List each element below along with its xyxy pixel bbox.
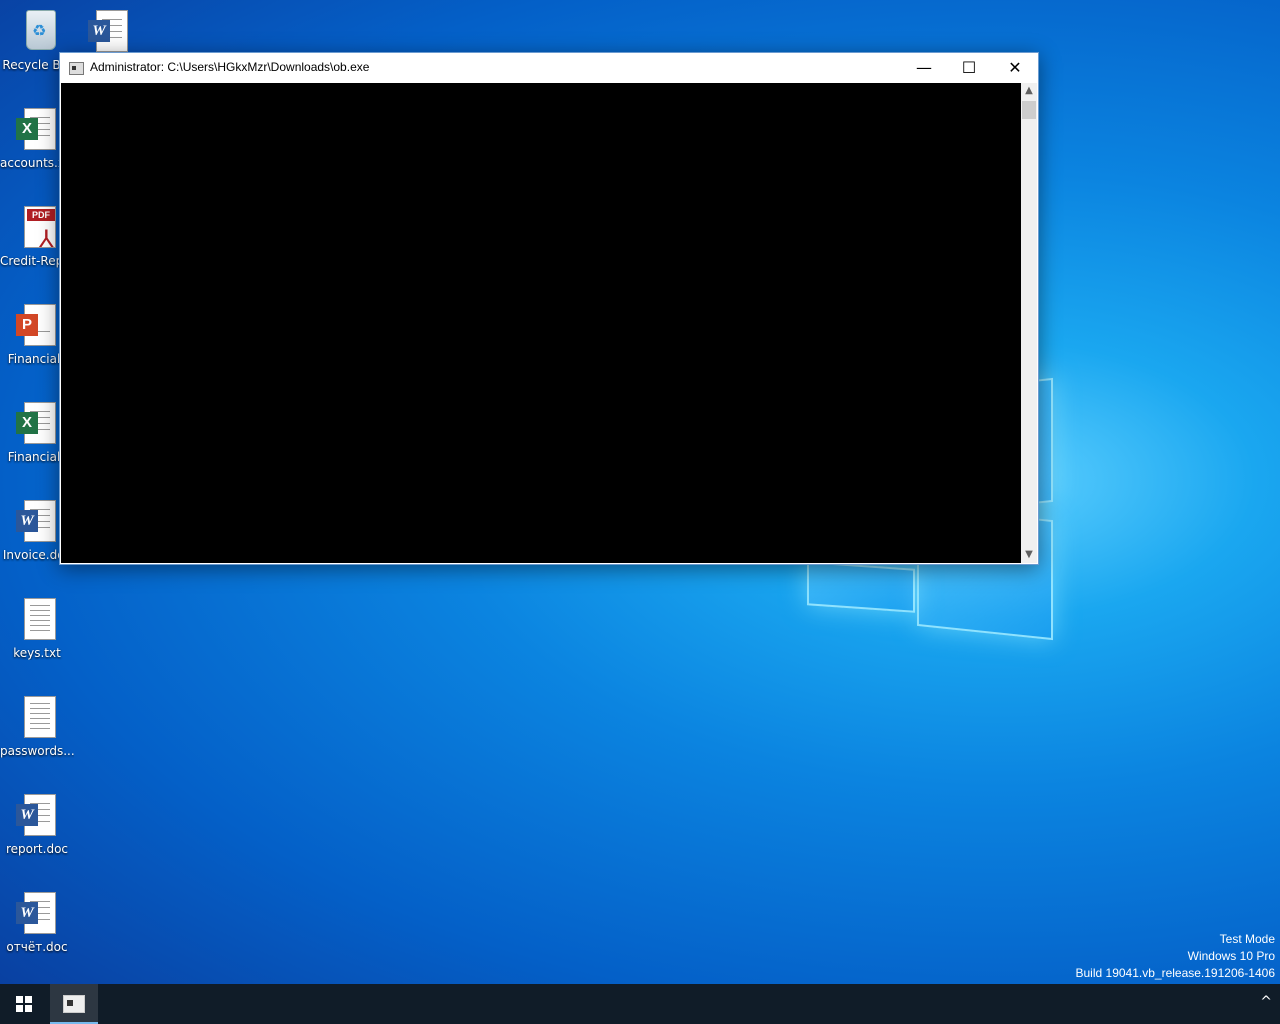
desktop-icon-report[interactable]: W report.doc [0, 792, 74, 856]
start-button[interactable] [0, 984, 48, 1024]
desktop-icon-label: report.doc [5, 842, 69, 856]
recycle-bin-icon: ♻ [26, 10, 56, 50]
windows-logo-icon [16, 996, 23, 1003]
scroll-down-arrow-icon[interactable]: ▼ [1021, 547, 1037, 563]
text-file-icon [24, 598, 56, 640]
console-output-area[interactable] [61, 83, 1021, 563]
text-file-icon [24, 696, 56, 738]
console-window[interactable]: Administrator: C:\Users\HGkxMzr\Download… [59, 52, 1039, 565]
tray-chevron-icon[interactable]: ^ [1260, 994, 1272, 1010]
desktop-icon-otchet[interactable]: W отчёт.doc [0, 890, 74, 954]
taskbar-item-console[interactable] [50, 984, 98, 1024]
desktop-icon-word-doc[interactable]: W [72, 8, 146, 54]
close-button[interactable]: ✕ [992, 53, 1038, 83]
desktop-icon-label: passwords.... [0, 744, 74, 758]
scrollbar-thumb[interactable] [1022, 101, 1036, 119]
watermark-line-build: Build 19041.vb_release.191206-1406 [1075, 966, 1276, 980]
pdf-icon: PDF ⅄ [24, 206, 56, 253]
desktop-icon-passwords[interactable]: passwords.... [0, 694, 74, 758]
scroll-up-arrow-icon[interactable]: ▲ [1021, 83, 1037, 99]
console-app-icon [69, 62, 84, 75]
desktop-icon-label: отчёт.doc [6, 940, 68, 954]
test-mode-watermark: Test Mode Windows 10 Pro Build 19041.vb_… [1076, 931, 1276, 982]
console-app-icon [63, 995, 85, 1013]
window-titlebar[interactable]: Administrator: C:\Users\HGkxMzr\Download… [60, 53, 1038, 83]
minimize-button[interactable]: — [901, 53, 947, 83]
watermark-line-test-mode: Test Mode [1219, 932, 1275, 946]
window-title: Administrator: C:\Users\HGkxMzr\Download… [90, 60, 370, 74]
vertical-scrollbar[interactable]: ▲ ▼ [1021, 83, 1037, 563]
watermark-line-edition: Windows 10 Pro [1187, 949, 1275, 963]
taskbar: ^ [0, 984, 1280, 1024]
desktop-icon-keys[interactable]: keys.txt [0, 596, 74, 660]
maximize-button[interactable]: ☐ [946, 53, 992, 83]
desktop-icon-label: keys.txt [13, 646, 61, 660]
